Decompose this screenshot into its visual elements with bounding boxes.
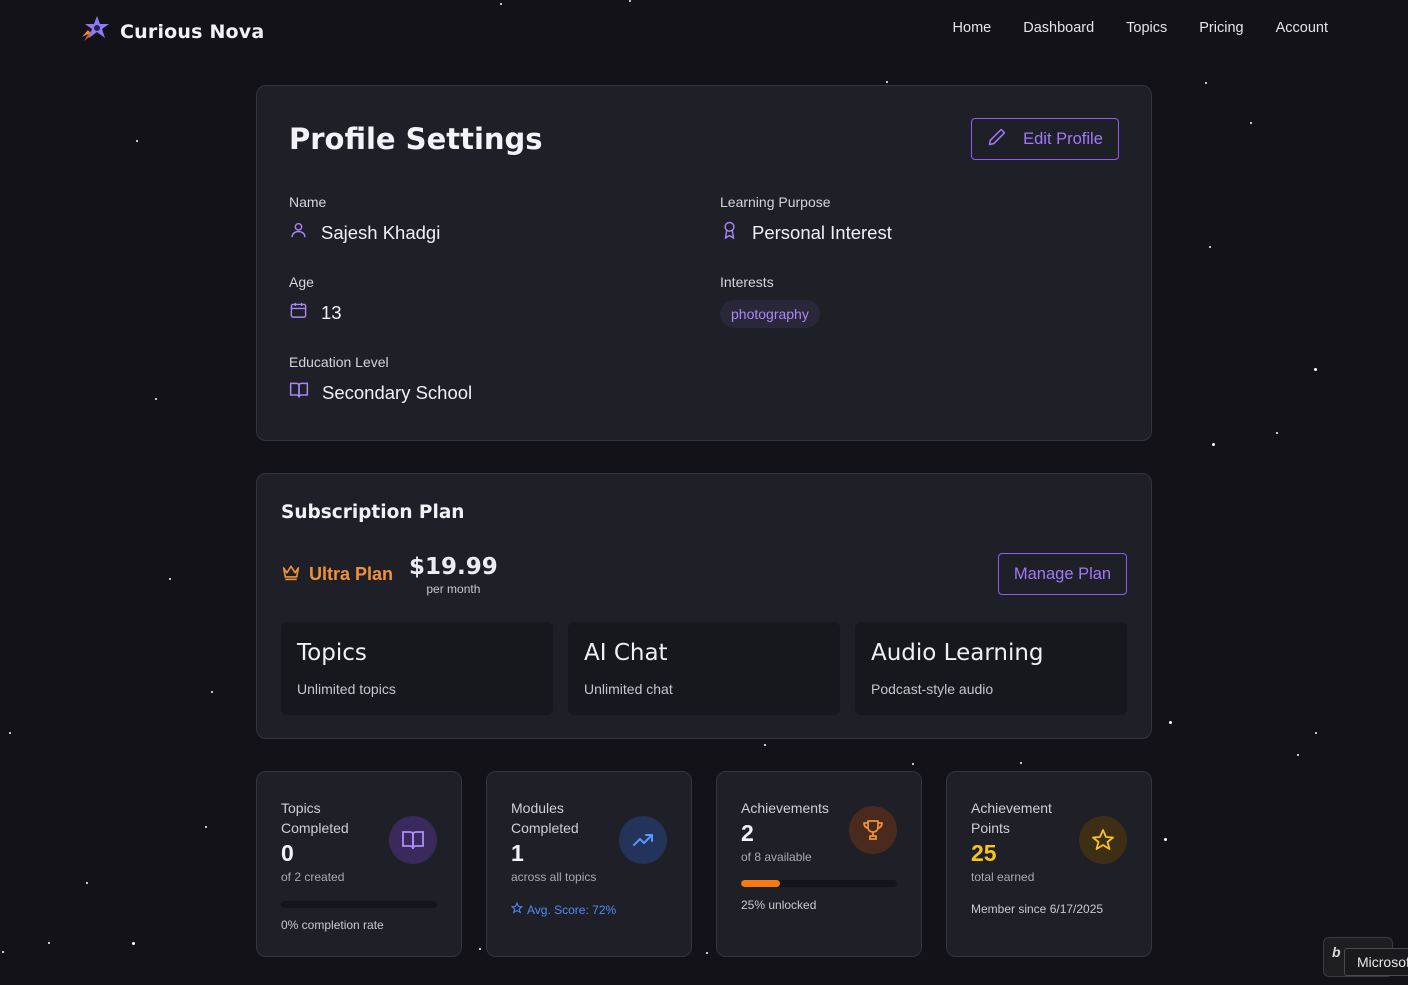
badge-icon: b <box>1332 944 1341 960</box>
stat-sub: total earned <box>971 870 1035 884</box>
feature-desc: Unlimited topics <box>297 681 396 697</box>
education-value: Secondary School <box>322 381 473 403</box>
crown-icon <box>281 563 301 586</box>
learning-purpose-value: Personal Interest <box>752 221 892 243</box>
star-icon <box>510 901 524 917</box>
stat-label: Topics Completed <box>281 800 349 836</box>
stat-sub: across all topics <box>511 870 597 884</box>
interests-field: Interests photography <box>720 274 820 328</box>
pencil-icon <box>987 127 1007 152</box>
stat-foot: 0% completion rate <box>281 918 384 932</box>
plan-name-label: Ultra Plan <box>309 564 394 584</box>
top-navbar: Curious Nova Home Dashboard Topics Prici… <box>0 0 1408 58</box>
feature-desc: Podcast-style audio <box>871 681 994 697</box>
feature-title: Audio Learning <box>871 640 1044 666</box>
trending-up-icon <box>619 816 667 864</box>
stat-value: 1 <box>511 840 524 866</box>
subscription-plan-card: Subscription Plan Ultra Plan $19.99 per … <box>256 473 1152 739</box>
plan-name: Ultra Plan <box>281 563 393 586</box>
education-label: Education Level <box>289 354 389 370</box>
avg-score-label: Avg. Score: 72% <box>527 902 617 917</box>
achievements-progress-bar <box>741 880 897 887</box>
topics-progress-bar <box>281 901 437 908</box>
avg-score: Avg. Score: 72% <box>510 901 617 917</box>
nav-pricing[interactable]: Pricing <box>1199 20 1243 36</box>
price-period: per month <box>426 582 481 596</box>
feature-card-topics: Topics Unlimited topics <box>281 622 553 715</box>
nav-dashboard[interactable]: Dashboard <box>1023 20 1094 36</box>
stat-value: 0 <box>281 840 294 866</box>
name-field: Name Sajesh Khadgi <box>289 194 440 245</box>
manage-plan-button[interactable]: Manage Plan <box>998 553 1127 595</box>
nav-home[interactable]: Home <box>953 20 992 36</box>
feature-title: AI Chat <box>584 640 668 666</box>
nav-topics[interactable]: Topics <box>1126 20 1167 36</box>
stat-value: 2 <box>741 820 754 846</box>
stat-value: 25 <box>971 840 997 866</box>
feature-desc: Unlimited chat <box>584 681 673 697</box>
learning-purpose-label: Learning Purpose <box>720 194 831 210</box>
main-nav: Home Dashboard Topics Pricing Account <box>953 20 1328 36</box>
stat-card-topics: Topics Completed 0 of 2 created 0% compl… <box>256 771 462 957</box>
age-value: 13 <box>321 301 342 323</box>
tooltip: Microsoft <box>1344 948 1408 976</box>
brand-name: Curious Nova <box>120 20 265 43</box>
stat-label: Achievement Points <box>971 800 1052 836</box>
star-icon <box>1079 816 1127 864</box>
price-amount: $19.99 <box>409 554 498 580</box>
book-open-icon <box>389 816 437 864</box>
brand-logo[interactable]: Curious Nova <box>80 15 264 48</box>
book-open-icon <box>289 380 309 405</box>
feature-card-ai-chat: AI Chat Unlimited chat <box>568 622 840 715</box>
rocket-star-logo-icon <box>80 15 110 48</box>
edit-profile-label: Edit Profile <box>1023 129 1103 148</box>
stat-sub: of 2 created <box>281 870 345 884</box>
interests-label: Interests <box>720 274 774 290</box>
stat-foot: 25% unlocked <box>741 898 817 912</box>
subscription-title: Subscription Plan <box>281 502 465 523</box>
page-title: Profile Settings <box>289 122 543 156</box>
user-icon <box>289 220 308 245</box>
stat-label: Achievements <box>741 800 829 816</box>
plan-price: $19.99 per month <box>409 554 498 596</box>
name-label: Name <box>289 194 327 210</box>
interest-tag: photography <box>720 300 820 328</box>
stat-sub: of 8 available <box>741 850 812 864</box>
calendar-icon <box>289 300 308 325</box>
learning-purpose-field: Learning Purpose Personal Interest <box>720 194 892 245</box>
profile-settings-card: Profile Settings Edit Profile Name Sajes… <box>256 85 1152 441</box>
nav-account[interactable]: Account <box>1276 20 1328 36</box>
stat-card-modules: Modules Completed 1 across all topics Av… <box>486 771 692 957</box>
progress-fill <box>741 880 780 887</box>
stat-label: Modules Completed <box>511 800 579 836</box>
trophy-icon <box>849 806 897 854</box>
award-icon <box>720 220 739 245</box>
stat-card-points: Achievement Points 25 total earned Membe… <box>946 771 1152 957</box>
feature-title: Topics <box>297 640 367 666</box>
education-field: Education Level Secondary School <box>289 354 472 405</box>
stat-foot: Member since 6/17/2025 <box>971 902 1104 916</box>
age-label: Age <box>289 274 314 290</box>
edit-profile-button[interactable]: Edit Profile <box>971 118 1119 160</box>
feature-card-audio-learning: Audio Learning Podcast-style audio <box>855 622 1127 715</box>
age-field: Age 13 <box>289 274 342 325</box>
stat-card-achievements: Achievements 2 of 8 available 25% unlock… <box>716 771 922 957</box>
name-value: Sajesh Khadgi <box>321 221 441 243</box>
